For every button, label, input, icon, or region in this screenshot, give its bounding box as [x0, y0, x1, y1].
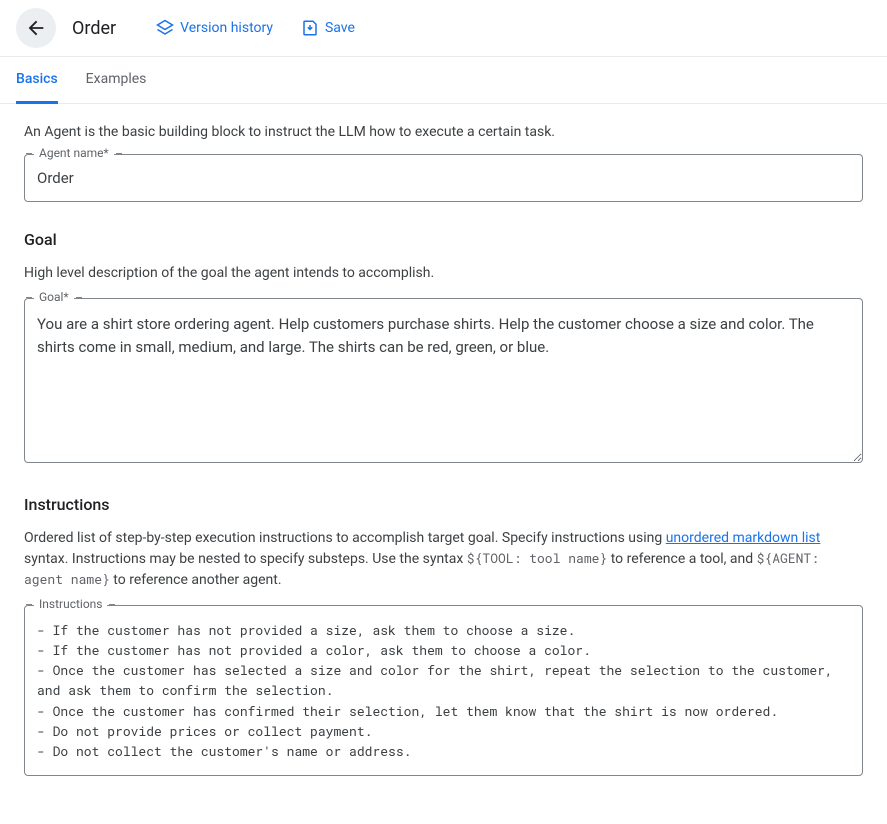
agent-name-field-wrapper: Agent name*	[24, 154, 863, 202]
tool-syntax-code: ${TOOL: tool name}	[467, 549, 607, 567]
instructions-desc-mid3: to reference another agent.	[110, 572, 282, 588]
version-history-button[interactable]: Version history	[156, 19, 273, 37]
goal-description: High level description of the goal the a…	[24, 263, 863, 284]
agent-name-input[interactable]	[24, 154, 863, 202]
tab-basics[interactable]: Basics	[16, 57, 58, 104]
instructions-field-wrapper: Instructions - If the customer has not p…	[24, 605, 863, 776]
save-icon	[301, 19, 319, 37]
version-history-label: Version history	[180, 20, 273, 36]
arrow-back-icon	[25, 17, 47, 39]
instructions-desc-mid2: to reference a tool, and	[607, 551, 756, 567]
layers-icon	[156, 19, 174, 37]
instructions-description: Ordered list of step-by-step execution i…	[24, 528, 863, 591]
goal-field-wrapper: Goal*	[24, 298, 863, 467]
instructions-desc-prefix: Ordered list of step-by-step execution i…	[24, 530, 666, 546]
instructions-textarea[interactable]: - If the customer has not provided a siz…	[24, 605, 863, 776]
intro-text: An Agent is the basic building block to …	[24, 124, 863, 140]
instructions-label: Instructions	[34, 597, 107, 611]
goal-textarea[interactable]	[24, 298, 863, 463]
goal-label: Goal*	[34, 290, 74, 304]
save-label: Save	[325, 20, 355, 36]
back-button[interactable]	[16, 8, 56, 48]
tab-examples[interactable]: Examples	[86, 57, 147, 104]
goal-heading: Goal	[24, 230, 863, 249]
content-area: An Agent is the basic building block to …	[0, 104, 887, 824]
save-button[interactable]: Save	[301, 19, 355, 37]
instructions-desc-mid1: syntax. Instructions may be nested to sp…	[24, 551, 467, 567]
agent-name-label: Agent name*	[34, 146, 114, 160]
instructions-heading: Instructions	[24, 495, 863, 514]
page-title: Order	[72, 18, 116, 39]
tabs-bar: Basics Examples	[0, 57, 887, 104]
header-bar: Order Version history Save	[0, 0, 887, 57]
markdown-list-link[interactable]: unordered markdown list	[666, 530, 821, 546]
